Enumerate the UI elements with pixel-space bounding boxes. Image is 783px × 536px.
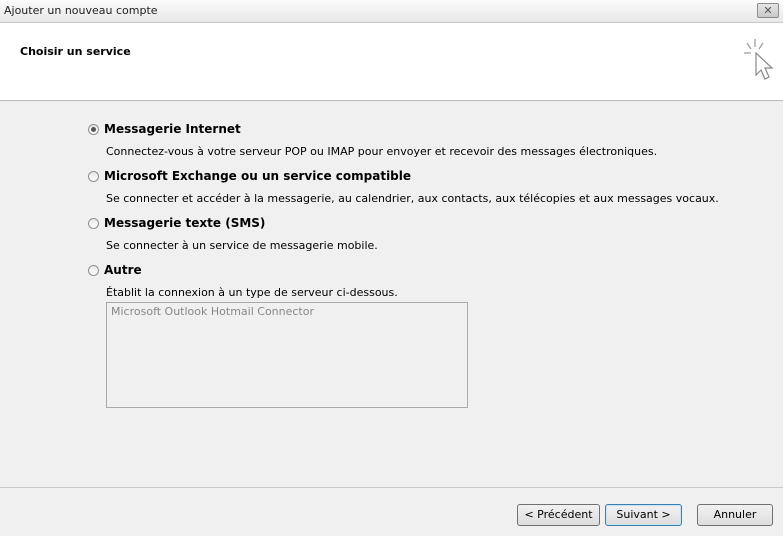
option-label[interactable]: Microsoft Exchange ou un service compati… [104,169,411,183]
radio-other[interactable] [88,265,99,276]
wizard-cursor-icon [744,39,774,80]
radio-internet-mail[interactable] [88,124,99,135]
wizard-header: Choisir un service [0,23,783,101]
option-label[interactable]: Messagerie texte (SMS) [104,216,265,230]
page-title: Choisir un service [20,45,131,58]
list-item[interactable]: Microsoft Outlook Hotmail Connector [111,305,314,318]
title-bar: Ajouter un nouveau compte ✕ [0,0,783,23]
option-description: Se connecter et accéder à la messagerie,… [106,192,719,205]
close-icon: ✕ [763,4,773,17]
radio-sms[interactable] [88,218,99,229]
option-description: Établit la connexion à un type de serveu… [106,286,398,299]
option-description: Se connecter à un service de messagerie … [106,239,378,252]
next-button[interactable]: Suivant > [605,504,682,526]
divider [0,487,783,488]
option-label[interactable]: Messagerie Internet [104,122,241,136]
radio-exchange[interactable] [88,171,99,182]
other-service-list[interactable]: Microsoft Outlook Hotmail Connector [106,302,468,408]
window-title: Ajouter un nouveau compte [4,4,158,17]
cancel-button[interactable]: Annuler [697,504,773,526]
option-description: Connectez-vous à votre serveur POP ou IM… [106,145,658,158]
option-label[interactable]: Autre [104,263,142,277]
previous-button[interactable]: < Précédent [517,504,600,526]
close-button[interactable]: ✕ [757,3,779,18]
